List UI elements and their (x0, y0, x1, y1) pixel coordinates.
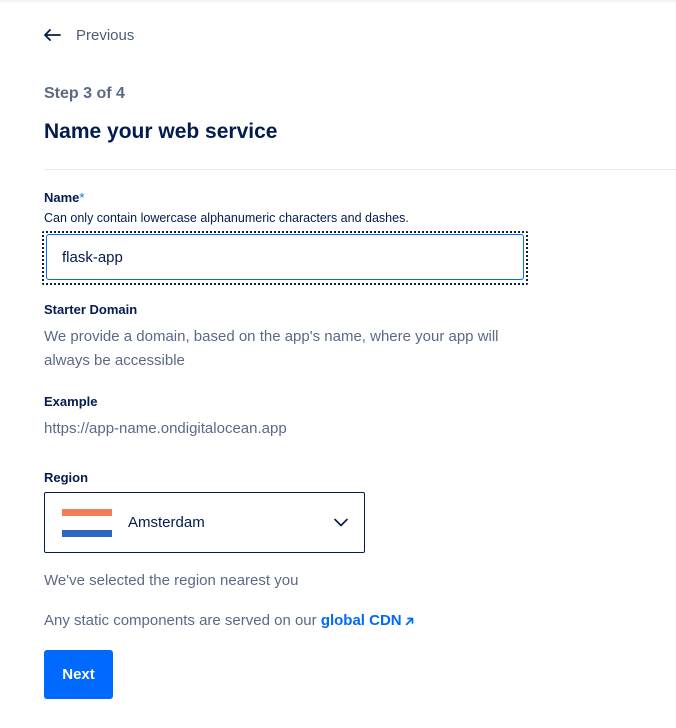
top-divider (0, 0, 676, 2)
region-selected-value: Amsterdam (128, 514, 205, 531)
section-divider (44, 169, 676, 170)
name-field-label: Name* (44, 190, 84, 205)
global-cdn-link-label: global CDN (320, 612, 402, 629)
netherlands-flag-icon (62, 508, 112, 537)
name-input[interactable] (46, 234, 524, 280)
name-label-text: Name (44, 190, 80, 205)
arrow-left-icon (44, 29, 61, 41)
next-button[interactable]: Next (44, 650, 113, 699)
region-select[interactable]: Amsterdam (44, 492, 365, 553)
previous-link[interactable]: Previous (44, 24, 134, 46)
name-field-hint: Can only contain lowercase alphanumeric … (44, 211, 409, 225)
external-arrow-icon (405, 617, 414, 626)
cdn-notice: Any static components are served on our … (44, 609, 414, 633)
cdn-text: Any static components are served on our (44, 612, 321, 629)
example-url: https://app-name.ondigitalocean.app (44, 420, 287, 437)
starter-domain-label: Starter Domain (44, 302, 138, 317)
required-marker: * (79, 190, 85, 205)
starter-domain-description: We provide a domain, based on the app's … (44, 328, 499, 369)
global-cdn-link[interactable]: global CDN (321, 612, 414, 629)
previous-label: Previous (76, 26, 135, 44)
example-label: Example (44, 394, 98, 409)
region-label: Region (44, 470, 89, 485)
region-note: We've selected the region nearest you (44, 572, 299, 589)
step-indicator: Step 3 of 4 (44, 85, 125, 102)
create-app-step-page: Previous Step 3 of 4 Name your web servi… (0, 0, 676, 728)
chevron-down-icon (334, 518, 364, 527)
page-title: Name your web service (44, 120, 278, 143)
